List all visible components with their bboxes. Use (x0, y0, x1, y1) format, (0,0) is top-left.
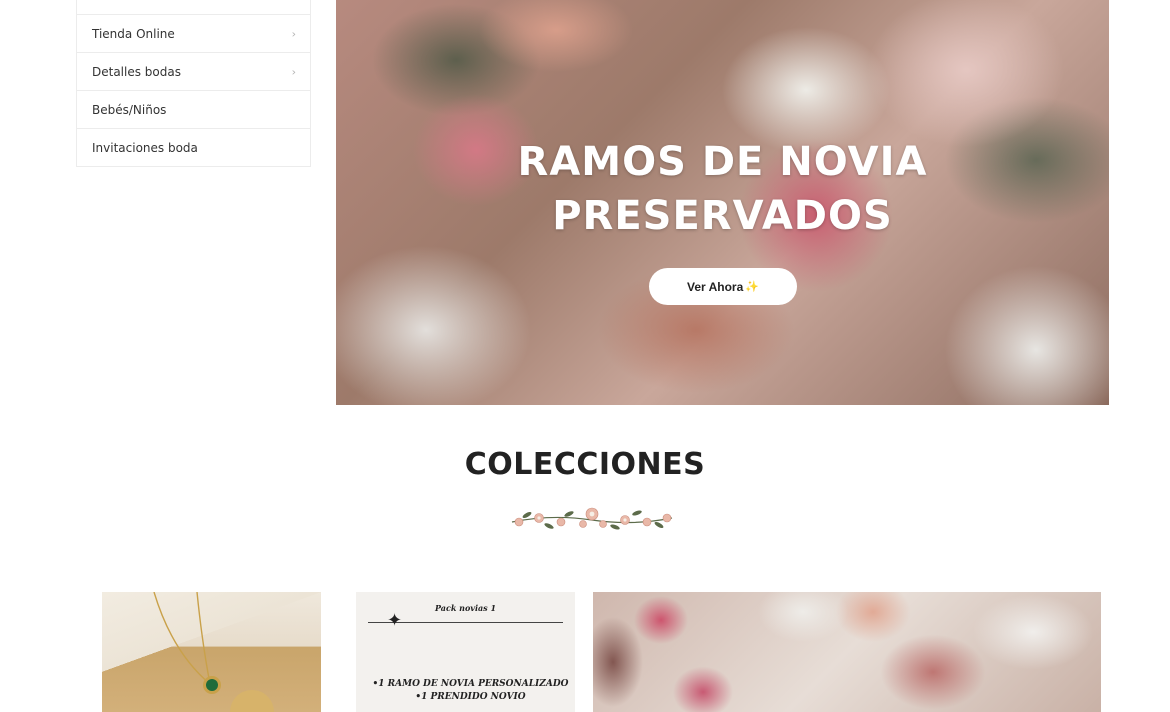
sidebar-item-detalles-bodas[interactable]: Detalles bodas › (77, 52, 310, 90)
sidebar-item-label: Invitaciones boda (92, 140, 198, 155)
hero-banner[interactable]: RAMOS DE NOVIA PRESERVADOS Ver Ahora ✨ (336, 0, 1109, 405)
sidebar-item-invitaciones-boda[interactable]: Invitaciones boda (77, 128, 310, 166)
sidebar-item-label: Bebés/Niños (92, 102, 167, 117)
chevron-right-icon: › (291, 27, 296, 40)
ver-ahora-label: Ver Ahora (687, 279, 744, 294)
sidebar-item-tienda-online[interactable]: Tienda Online › (77, 14, 310, 52)
sidebar-item-hidden[interactable] (77, 0, 310, 14)
collection-card-pack-novias[interactable]: Pack novias 1 ✦ •1 RAMO DE NOVIA PERSONA… (356, 592, 575, 712)
collection-card-necklace[interactable] (102, 592, 321, 712)
category-sidebar: Tienda Online › Detalles bodas › Bebés/N… (76, 0, 311, 167)
collection-card-bouquet[interactable] (593, 592, 1101, 712)
pack-line: •1 RAMO DE NOVIA PERSONALIZADO (372, 679, 569, 689)
sidebar-item-label: Detalles bodas (92, 64, 181, 79)
hero-title-line1: RAMOS DE NOVIA (517, 139, 928, 185)
floral-divider-icon (511, 507, 673, 530)
collections-title: COLECCIONES (464, 447, 706, 482)
hero-title-line2: PRESERVADOS (552, 193, 893, 239)
necklace-image (153, 592, 274, 712)
sparkles-icon: ✨ (745, 281, 759, 293)
pack-line: •1 PRENDIDO NOVIO (415, 692, 526, 702)
pack-contents: •1 RAMO DE NOVIA PERSONALIZADO •1 PRENDI… (366, 678, 575, 704)
hero-title: RAMOS DE NOVIA PRESERVADOS (336, 135, 1109, 243)
sidebar-item-bebes-ninos[interactable]: Bebés/Niños (77, 90, 310, 128)
sidebar-item-label: Tienda Online (92, 26, 175, 41)
ver-ahora-button[interactable]: Ver Ahora ✨ (649, 268, 797, 305)
chevron-right-icon: › (291, 65, 296, 78)
star-icon: ✦ (387, 610, 403, 631)
